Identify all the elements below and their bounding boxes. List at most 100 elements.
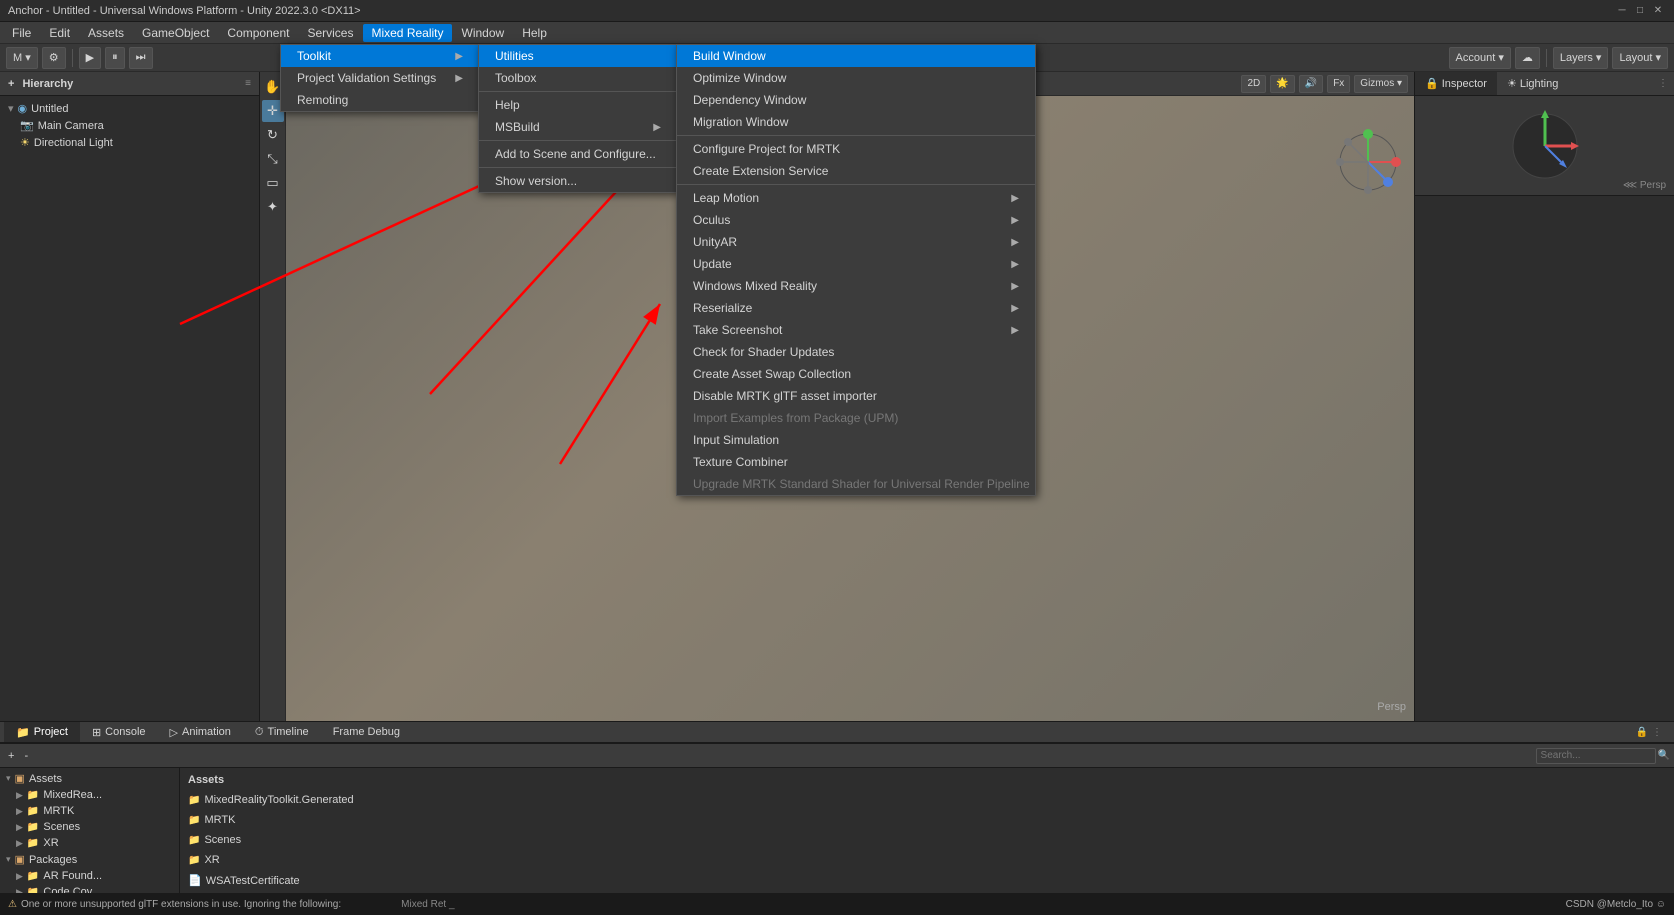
assets-tree-mixedrea[interactable]: ▶ 📁 MixedRea... <box>2 787 177 803</box>
menu-item-disable-gltf[interactable]: Disable MRTK glTF asset importer <box>677 385 1035 407</box>
menu-bar: File Edit Assets GameObject Component Se… <box>0 22 1674 44</box>
assets-panel-options[interactable]: ⋮ <box>1652 727 1662 738</box>
toolbar-layout-button[interactable]: Layout ▾ <box>1612 47 1668 69</box>
scene-btn-2d[interactable]: 2D <box>1241 75 1266 93</box>
toolbar-layers-button[interactable]: Layers ▾ <box>1553 47 1609 69</box>
menu-component[interactable]: Component <box>219 24 297 42</box>
content-folder-2-icon: 📁 <box>188 815 200 826</box>
toolbar-cloud-button[interactable]: ☁ <box>1515 47 1540 69</box>
tab-animation[interactable]: ▷ Animation <box>158 722 243 742</box>
assets-tree-xr[interactable]: ▶ 📁 XR <box>2 835 177 851</box>
close-button[interactable]: ✕ <box>1650 3 1666 19</box>
menu-item-migration-window[interactable]: Migration Window <box>677 111 1035 133</box>
assets-panel-lock[interactable]: 🔒 <box>1636 727 1648 738</box>
take-screenshot-arrow: ▶ <box>1011 325 1019 336</box>
assets-tree-mrtk[interactable]: ▶ 📁 MRTK <box>2 803 177 819</box>
menu-item-toolbox[interactable]: Toolbox <box>479 67 677 89</box>
assets-tree-codecov[interactable]: ▶ 📁 Code Cov... <box>2 884 177 893</box>
menu-item-help[interactable]: Help <box>479 94 677 116</box>
minimize-button[interactable]: ─ <box>1614 3 1630 19</box>
tab-project[interactable]: 📁 Project <box>4 722 80 742</box>
tab-lighting[interactable]: ☀ Lighting <box>1497 72 1568 95</box>
hierarchy-item-untitled[interactable]: ▾ ◉ Untitled <box>4 100 255 117</box>
hierarchy-item-camera[interactable]: 📷 Main Camera <box>4 117 255 134</box>
menu-item-oculus[interactable]: Oculus ▶ <box>677 209 1035 231</box>
tool-rotate[interactable]: ↻ <box>262 124 284 146</box>
assets-search-input[interactable] <box>1536 748 1656 764</box>
tool-scale[interactable]: ⤡ <box>262 148 284 170</box>
xr-folder-icon: 📁 <box>27 838 39 849</box>
right-panel-options[interactable]: ⋮ <box>1652 78 1674 89</box>
menu-item-create-extension[interactable]: Create Extension Service <box>677 160 1035 182</box>
tab-console[interactable]: ⊞ Console <box>80 722 158 742</box>
windows-mr-arrow: ▶ <box>1011 281 1019 292</box>
menu-item-take-screenshot[interactable]: Take Screenshot ▶ <box>677 319 1035 341</box>
menu-item-asset-swap[interactable]: Create Asset Swap Collection <box>677 363 1035 385</box>
menu-edit[interactable]: Edit <box>41 24 78 42</box>
tab-inspector[interactable]: 🔒 Inspector <box>1415 72 1497 95</box>
status-right: CSDN @Metclo_Ito ☺ <box>1566 899 1666 910</box>
content-item-scenes[interactable]: 📁 Scenes <box>184 832 1670 848</box>
menu-services[interactable]: Services <box>299 24 361 42</box>
assets-options-btn[interactable]: - <box>20 749 32 763</box>
hierarchy-item-light[interactable]: ☀ Directional Light <box>4 134 255 151</box>
menu-item-toolkit[interactable]: Toolkit ▶ <box>281 45 479 67</box>
tool-rect[interactable]: ▭ <box>262 172 284 194</box>
mixedrea-folder-icon: 📁 <box>27 790 39 801</box>
toolbar-play-button[interactable]: ▶ <box>79 47 101 69</box>
menu-item-utilities[interactable]: Utilities <box>479 45 677 67</box>
hierarchy-options[interactable]: ≡ <box>245 78 251 89</box>
menu-item-build-window[interactable]: Build Window <box>677 45 1035 67</box>
menu-item-add-to-scene[interactable]: Add to Scene and Configure... <box>479 143 677 165</box>
mrtk-folder-icon: 📁 <box>27 806 39 817</box>
menu-mixed-reality[interactable]: Mixed Reality <box>363 24 451 42</box>
scene-btn-light[interactable]: 🌟 <box>1270 75 1294 93</box>
toolbar-account-button[interactable]: Account ▾ <box>1449 47 1511 69</box>
menu-item-windows-mr[interactable]: Windows Mixed Reality ▶ <box>677 275 1035 297</box>
assets-tree-scenes[interactable]: ▶ 📁 Scenes <box>2 819 177 835</box>
menu-item-reserialize[interactable]: Reserialize ▶ <box>677 297 1035 319</box>
toolbar-gear-button[interactable]: ⚙ <box>42 47 66 69</box>
menu-assets[interactable]: Assets <box>80 24 132 42</box>
scene-btn-audio[interactable]: 🔊 <box>1299 75 1323 93</box>
menu-item-dependency-window[interactable]: Dependency Window <box>677 89 1035 111</box>
menu-item-input-simulation[interactable]: Input Simulation <box>677 429 1035 451</box>
tool-sidebar: ✋ ✛ ↻ ⤡ ▭ ✦ <box>260 72 286 721</box>
content-item-mrtk[interactable]: 📁 MRTK <box>184 812 1670 828</box>
menu-file[interactable]: File <box>4 24 39 42</box>
menu-item-unityar[interactable]: UnityAR ▶ <box>677 231 1035 253</box>
menu-item-update[interactable]: Update ▶ <box>677 253 1035 275</box>
assets-tree-assets[interactable]: ▾ ▣ Assets <box>2 770 177 787</box>
content-item-mrtk-gen[interactable]: 📁 MixedRealityToolkit.Generated <box>184 792 1670 808</box>
tab-timeline[interactable]: ⏱ Timeline <box>243 722 321 742</box>
assets-tree-ar[interactable]: ▶ 📁 AR Found... <box>2 868 177 884</box>
assets-add-btn[interactable]: + <box>4 749 18 763</box>
tab-frame-debug[interactable]: Frame Debug <box>321 722 412 742</box>
content-item-xr[interactable]: 📁 XR <box>184 852 1670 868</box>
menu-item-msbuild[interactable]: MSBuild ▶ <box>479 116 677 138</box>
menu-help[interactable]: Help <box>514 24 555 42</box>
hierarchy-add-btn[interactable]: + <box>8 78 14 90</box>
tool-transform[interactable]: ✦ <box>262 196 284 218</box>
menu-item-project-validation[interactable]: Project Validation Settings ▶ <box>281 67 479 89</box>
scene-btn-gizmos[interactable]: Gizmos ▾ <box>1354 75 1408 93</box>
content-item-cert[interactable]: 📄 WSATestCertificate <box>184 872 1670 889</box>
search-icon[interactable]: 🔍 <box>1658 750 1670 761</box>
toolbar-step-button[interactable]: ⏭ <box>129 47 153 69</box>
menu-item-remoting[interactable]: Remoting <box>281 89 479 111</box>
menu-gameobject[interactable]: GameObject <box>134 24 217 42</box>
menu-window[interactable]: Window <box>454 24 513 42</box>
menu-item-show-version[interactable]: Show version... <box>479 170 677 192</box>
scene-btn-fx[interactable]: Fx <box>1327 75 1350 93</box>
maximize-button[interactable]: □ <box>1632 3 1648 19</box>
toolbar-sep1 <box>72 49 73 67</box>
packages-folder-icon: ▣ <box>15 853 25 866</box>
menu-item-optimize-window[interactable]: Optimize Window <box>677 67 1035 89</box>
menu-item-check-shaders[interactable]: Check for Shader Updates <box>677 341 1035 363</box>
toolbar-pause-button[interactable]: ⏸ <box>105 47 125 69</box>
menu-item-leap-motion[interactable]: Leap Motion ▶ <box>677 187 1035 209</box>
toolbar-m-button[interactable]: M ▾ <box>6 47 38 69</box>
assets-tree-packages[interactable]: ▾ ▣ Packages <box>2 851 177 868</box>
menu-item-texture-combiner[interactable]: Texture Combiner <box>677 451 1035 473</box>
menu-item-configure-project[interactable]: Configure Project for MRTK <box>677 138 1035 160</box>
